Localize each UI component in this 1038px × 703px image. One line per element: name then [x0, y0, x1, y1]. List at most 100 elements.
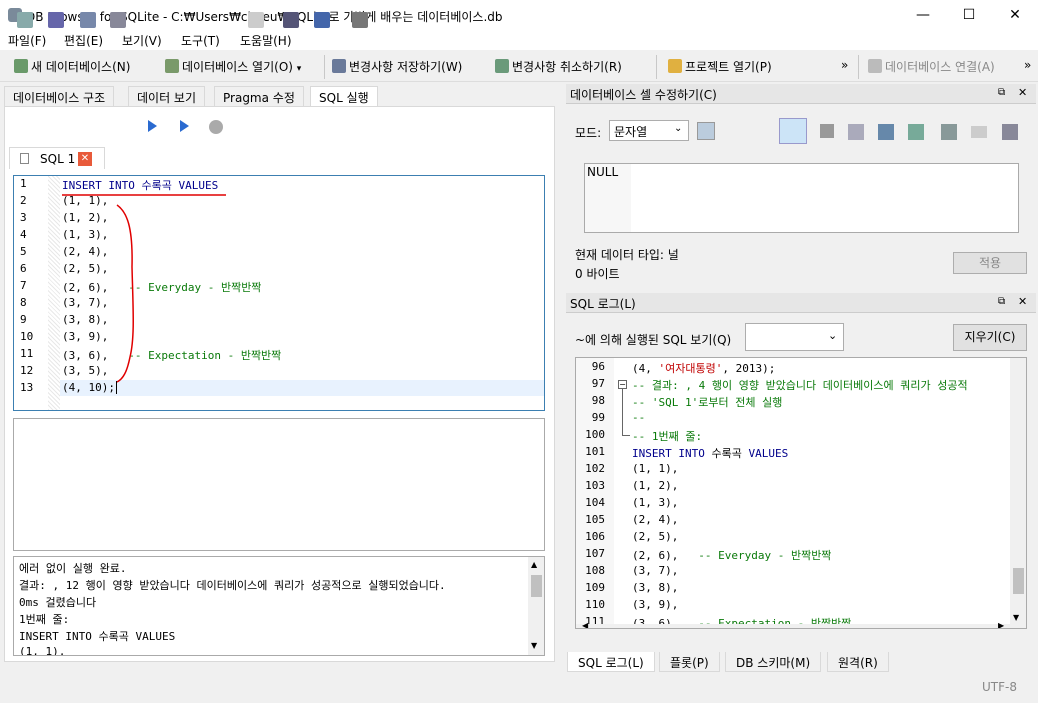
attach-database-button[interactable]: 데이터베이스 연결(A) — [868, 58, 995, 75]
new-database-button[interactable]: 새 데이터베이스(N) — [14, 58, 130, 75]
log-text: -- 'SQL 1'로부터 전체 실행 — [632, 396, 783, 409]
log-text: (4, — [632, 362, 659, 375]
text-mode-icon[interactable] — [779, 118, 807, 144]
auto-format-icon[interactable] — [697, 122, 715, 140]
close-button[interactable]: ✕ — [992, 0, 1038, 30]
menu-tools[interactable]: 도구(T) — [181, 32, 220, 49]
word-wrap-icon[interactable] — [820, 124, 834, 138]
float-icon[interactable]: ⧉ — [998, 296, 1005, 307]
open-tab-icon[interactable] — [17, 12, 33, 28]
menu-file[interactable]: 파일(F) — [8, 32, 46, 49]
fold-marker-icon[interactable]: − — [618, 380, 627, 389]
menu-help[interactable]: 도움말(H) — [240, 32, 292, 49]
close-panel-icon[interactable]: ✕ — [1018, 86, 1027, 99]
mode-select[interactable]: 문자열 ⌄ — [609, 120, 689, 141]
toolbar-overflow-button-right[interactable]: » — [1024, 58, 1031, 72]
log-line: (1, 1), — [632, 462, 678, 475]
log-text: -- — [632, 411, 646, 424]
document-icon — [20, 153, 29, 164]
float-icon[interactable]: ⧉ — [998, 87, 1005, 98]
data-type-label: 현재 데이터 타입: 널 — [575, 248, 679, 262]
clear-log-button[interactable]: 지우기(C) — [953, 324, 1027, 351]
open-project-label: 프로젝트 열기(P) — [685, 60, 772, 74]
scroll-down-icon[interactable]: ▼ — [1013, 613, 1019, 622]
write-changes-label: 변경사항 저장하기(W) — [349, 60, 463, 74]
sql-editor-tab[interactable]: SQL 1 ✕ — [9, 147, 105, 169]
execute-all-icon[interactable] — [148, 120, 157, 132]
results-grid[interactable] — [13, 418, 545, 551]
menu-edit[interactable]: 편집(E) — [64, 32, 103, 49]
menu-bar: 파일(F) 편집(E) 보기(V) 도구(T) 도움말(H) — [0, 30, 1038, 50]
chevron-down-icon[interactable]: ▾ — [297, 64, 302, 74]
minimize-button[interactable]: — — [900, 0, 946, 30]
revert-changes-button[interactable]: 변경사항 취소하기(R) — [495, 58, 622, 75]
open-external-icon[interactable] — [941, 124, 957, 140]
project-icon — [668, 59, 682, 73]
close-tab-icon[interactable]: ✕ — [78, 152, 92, 166]
menu-view[interactable]: 보기(V) — [122, 32, 162, 49]
scroll-right-icon[interactable]: ▶ — [998, 621, 1004, 628]
find-icon[interactable] — [283, 12, 299, 28]
print-cell-icon[interactable] — [1002, 124, 1018, 140]
eraser-icon[interactable] — [971, 126, 987, 138]
print-icon[interactable] — [110, 12, 126, 28]
log-horizontal-scrollbar[interactable]: ◀ ▶ — [576, 621, 1010, 628]
log-vertical-scrollbar[interactable]: ▼ — [1010, 358, 1026, 628]
scroll-up-icon[interactable]: ▲ — [531, 560, 537, 569]
log-line: -- 1번째 줄: — [632, 428, 702, 444]
cell-value-editor[interactable]: NULL — [584, 163, 1019, 233]
scroll-thumb[interactable] — [1013, 568, 1024, 594]
save-icon — [332, 59, 346, 73]
toolbar-overflow-button[interactable]: » — [841, 58, 848, 72]
open-sql-file-icon[interactable] — [48, 12, 64, 28]
comment-icon[interactable] — [352, 12, 368, 28]
maximize-button[interactable]: ☐ — [946, 0, 992, 30]
sql-log-header: SQL 로그(L) ⧉ ✕ — [566, 293, 1036, 313]
message-line: 1번째 줄: — [19, 613, 70, 626]
message-scrollbar[interactable]: ▲ ▼ — [528, 557, 544, 655]
open-project-button[interactable]: 프로젝트 열기(P) — [668, 58, 772, 75]
tab-edit-pragmas[interactable]: Pragma 수정 — [214, 86, 304, 106]
scroll-down-icon[interactable]: ▼ — [531, 641, 537, 650]
import-icon[interactable] — [848, 124, 864, 140]
log-line-number: 99 — [591, 411, 605, 424]
close-panel-icon[interactable]: ✕ — [1018, 295, 1027, 308]
log-line: (2, 4), — [632, 513, 678, 526]
find-replace-icon[interactable] — [314, 12, 330, 28]
tab-database-structure[interactable]: 데이터베이스 구조 — [4, 86, 115, 106]
new-db-icon — [14, 59, 28, 73]
status-bar: UTF-8 — [0, 674, 1038, 703]
log-line-number: 105 — [585, 513, 605, 526]
sql-log-title: SQL 로그(L) — [570, 297, 636, 311]
log-text: (1, 3), — [632, 496, 679, 509]
stop-icon[interactable] — [209, 120, 223, 134]
sql-editor[interactable]: 1 INSERT INTO 수록곡 VALUES 2 (1, 1), 3 (1, 2), 4… — [13, 175, 545, 411]
tab-execute-sql[interactable]: SQL 실행 — [310, 86, 378, 107]
tab-sql-log[interactable]: SQL 로그(L) — [567, 652, 655, 672]
log-line-number: 110 — [585, 598, 605, 611]
set-null-icon[interactable] — [908, 124, 924, 140]
export-icon[interactable] — [878, 124, 894, 140]
save-sql-file-icon[interactable] — [80, 12, 96, 28]
log-line: (4, '여자대통령', 2013); — [632, 360, 775, 376]
log-text: , 2013); — [722, 362, 776, 375]
tab-remote[interactable]: 원격(R) — [827, 652, 889, 672]
scroll-thumb[interactable] — [531, 575, 542, 597]
tab-browse-data[interactable]: 데이터 보기 — [128, 86, 206, 106]
execute-line-icon[interactable] — [180, 120, 189, 132]
chevron-down-icon: ⌄ — [674, 123, 683, 134]
write-changes-button[interactable]: 변경사항 저장하기(W) — [332, 58, 462, 75]
log-text: -- 1번째 줄: — [632, 430, 703, 443]
sql-source-select[interactable]: ⌄ — [745, 323, 844, 351]
apply-button[interactable]: 적용 — [953, 252, 1027, 274]
save-results-icon[interactable] — [248, 12, 264, 28]
tab-plot[interactable]: 플롯(P) — [659, 652, 720, 672]
open-database-label: 데이터베이스 열기(O) — [182, 60, 293, 74]
sql-log-view[interactable]: 96 (4, '여자대통령', 2013); 97 -- 결과: , 4 행이 영향 … — [575, 357, 1027, 629]
sql-tab-label: SQL 1 — [40, 152, 76, 166]
tab-db-schema[interactable]: DB 스키마(M) — [725, 652, 822, 672]
scroll-left-icon[interactable]: ◀ — [582, 621, 588, 628]
open-database-button[interactable]: 데이터베이스 열기(O) ▾ — [165, 58, 301, 75]
log-text: (1, 1), — [632, 462, 679, 475]
edit-cell-panel: 데이터베이스 셀 수정하기(C) ⧉ ✕ 모드: 문자열 ⌄ NULL 현재 데… — [566, 84, 1036, 294]
